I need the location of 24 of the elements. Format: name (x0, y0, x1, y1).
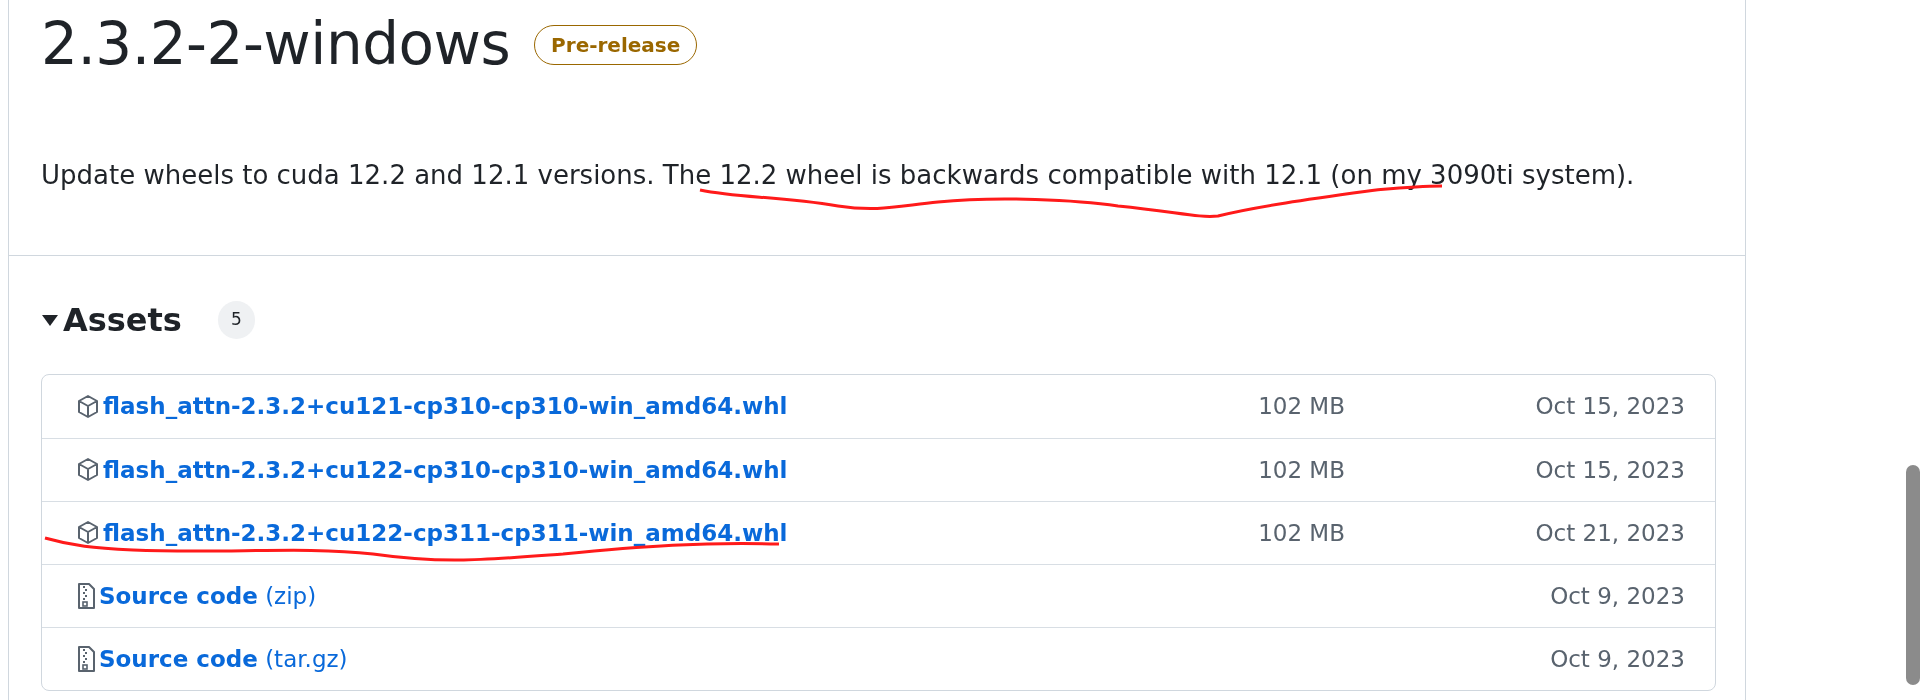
caret-icon[interactable] (41, 313, 59, 327)
source-code-link[interactable]: Source code (zip) (76, 578, 317, 614)
package-icon (76, 457, 100, 483)
asset-date: Oct 9, 2023 (1549, 644, 1685, 674)
file-size: 102 MB (1257, 518, 1345, 548)
asset-date: Oct 9, 2023 (1549, 581, 1685, 611)
asset-download-link[interactable]: flash_attn-2.3.2+cu122-cp311-cp311-win_amd64.whl (76, 515, 788, 551)
asset-download-link[interactable]: flash_attn-2.3.2+cu121-cp310-cp310-win_amd64.whl (76, 389, 788, 424)
package-icon (76, 393, 100, 420)
file-size: 102 MB (1257, 392, 1345, 422)
scrollbar-thumb[interactable] (1906, 465, 1920, 685)
assets-toggle[interactable]: Assets (41, 296, 182, 344)
asset-date: Oct 21, 2023 (1534, 518, 1685, 548)
asset-date: Oct 15, 2023 (1534, 455, 1685, 485)
release-title: 2.3.2-2-windows (41, 10, 511, 80)
asset-count: 5 (217, 301, 255, 339)
source-code-link[interactable]: Source code (tar.gz) (76, 641, 348, 677)
zip-file-icon (76, 645, 96, 673)
asset-download-link[interactable]: flash_attn-2.3.2+cu122-cp310-cp310-win_amd64.whl (76, 452, 788, 488)
zip-file-icon (76, 582, 96, 610)
asset-date: Oct 15, 2023 (1534, 392, 1685, 422)
file-size: 102 MB (1257, 455, 1345, 485)
release-description: Update wheels to cuda 12.2 and 12.1 versions. The 12.2 wheel is backwards compatible with 12.1 (on my 3090ti system). (41, 158, 1636, 192)
package-icon (76, 520, 100, 546)
